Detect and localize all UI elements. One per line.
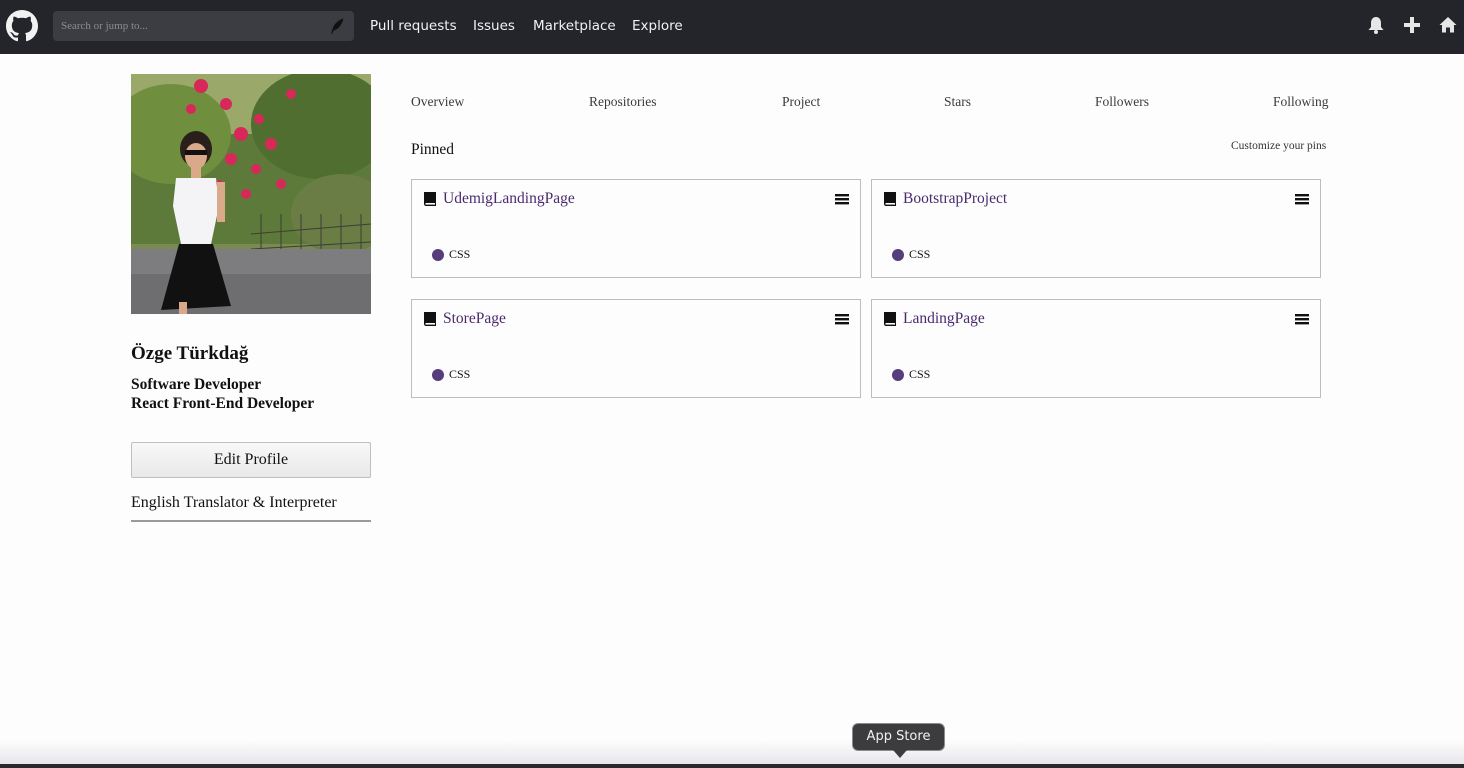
repo-name-link[interactable]: StorePage (443, 310, 506, 328)
language-color-dot (432, 369, 444, 381)
repo-language: CSS (909, 367, 931, 381)
dock-tooltip: App Store (852, 723, 945, 751)
customize-pins-link[interactable]: Customize your pins (1231, 140, 1326, 152)
home-icon[interactable] (1438, 15, 1458, 35)
tab-followers[interactable]: Followers (1095, 94, 1149, 110)
book-icon (884, 312, 896, 326)
menu-icon[interactable] (1295, 193, 1309, 205)
avatar (131, 74, 371, 314)
language-color-dot (892, 249, 904, 261)
pinned-repo-card[interactable]: BootstrapProject CSS (871, 179, 1321, 278)
tab-project[interactable]: Project (782, 94, 820, 110)
quill-icon[interactable] (328, 17, 346, 35)
bio-line-title: Software Developer (131, 376, 262, 393)
repo-language: CSS (449, 247, 471, 261)
top-navigation-bar: Pull requests Issues Marketplace Explore (0, 0, 1464, 54)
dock-edge (0, 764, 1464, 768)
tooltip-arrow (893, 750, 907, 758)
pinned-repo-card[interactable]: UdemigLandingPage CSS (411, 179, 861, 278)
tab-repositories[interactable]: Repositories (589, 94, 657, 110)
menu-icon[interactable] (835, 193, 849, 205)
plus-icon[interactable] (1402, 15, 1422, 35)
search-input[interactable] (61, 16, 321, 36)
tab-following[interactable]: Following (1273, 94, 1329, 110)
nav-explore[interactable]: Explore (632, 17, 683, 35)
profile-name: Özge Türkdağ (131, 343, 249, 364)
book-icon (424, 312, 436, 326)
repo-name-link[interactable]: BootstrapProject (903, 190, 1007, 208)
book-icon (884, 192, 896, 206)
repo-language: CSS (909, 247, 931, 261)
repo-language: CSS (449, 367, 471, 381)
language-color-dot (432, 249, 444, 261)
github-octocat-icon[interactable] (6, 10, 38, 42)
pinned-heading: Pinned (411, 141, 455, 158)
profile-extra-text: English Translator & Interpreter (131, 494, 337, 511)
language-color-dot (892, 369, 904, 381)
book-icon (424, 192, 436, 206)
menu-icon[interactable] (1295, 313, 1309, 325)
bio-line-role: React Front-End Developer (131, 395, 315, 412)
repo-name-link[interactable]: LandingPage (903, 310, 985, 328)
nav-pull-requests[interactable]: Pull requests (370, 17, 457, 35)
tab-stars[interactable]: Stars (944, 94, 971, 110)
profile-divider (131, 520, 371, 522)
bell-icon[interactable] (1366, 15, 1386, 35)
pinned-repo-card[interactable]: StorePage CSS (411, 299, 861, 398)
search-box (53, 11, 354, 41)
nav-issues[interactable]: Issues (473, 17, 515, 35)
repo-name-link[interactable]: UdemigLandingPage (443, 190, 575, 208)
menu-icon[interactable] (835, 313, 849, 325)
tab-overview[interactable]: Overview (411, 94, 464, 110)
edit-profile-button[interactable]: Edit Profile (131, 442, 371, 478)
nav-marketplace[interactable]: Marketplace (533, 17, 616, 35)
profile-photo (131, 74, 371, 314)
pinned-repo-card[interactable]: LandingPage CSS (871, 299, 1321, 398)
